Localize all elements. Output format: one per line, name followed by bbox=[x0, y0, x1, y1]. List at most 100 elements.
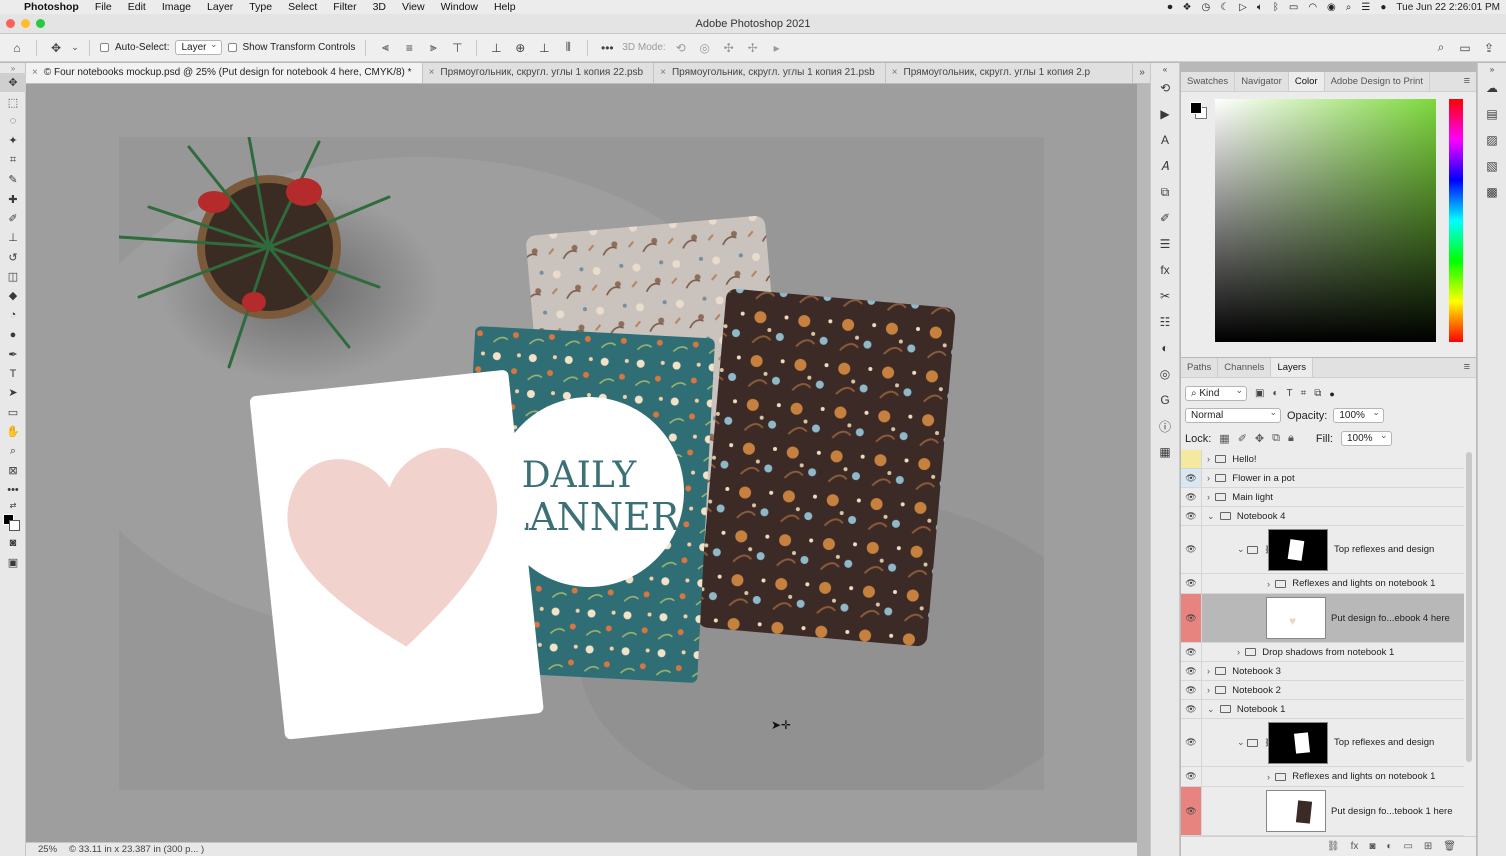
paint-bucket-icon[interactable]: ◆ bbox=[0, 286, 26, 305]
filter-type-icon[interactable]: T bbox=[1287, 388, 1293, 399]
rectangle-tool-icon[interactable]: ▭ bbox=[0, 403, 26, 422]
new-group-icon[interactable]: ▭ bbox=[1403, 841, 1412, 852]
visibility-eye-icon[interactable]: 👁︎ bbox=[1181, 767, 1202, 786]
layer-row[interactable]: 👁︎ › Drop shadows from notebook 1 bbox=[1181, 643, 1464, 662]
close-icon[interactable]: × bbox=[892, 63, 898, 83]
workspace-icon[interactable]: ▭ bbox=[1456, 39, 1474, 57]
zoom-tool-icon[interactable]: ⌕ bbox=[0, 441, 26, 460]
wifi-icon[interactable]: ◠ bbox=[1308, 2, 1317, 13]
auto-select-checkbox[interactable] bbox=[100, 43, 109, 52]
filter-shape-icon[interactable]: ⌗ bbox=[1301, 388, 1307, 399]
actions-icon[interactable]: ▶ bbox=[1151, 101, 1179, 127]
layer-row[interactable]: 👁︎ ⌄ ⛓ Top reflexes and design bbox=[1181, 719, 1464, 767]
zoom-window-button[interactable] bbox=[36, 19, 45, 28]
close-icon[interactable]: × bbox=[32, 63, 38, 83]
visibility-eye-icon[interactable]: 👁︎ bbox=[1181, 594, 1202, 642]
collapse-icon[interactable]: « bbox=[1151, 63, 1179, 75]
expand-arrow-icon[interactable]: › bbox=[1237, 647, 1240, 657]
close-icon[interactable]: × bbox=[429, 63, 435, 83]
styles-icon[interactable]: fx bbox=[1151, 257, 1179, 283]
patterns-icon[interactable]: ▨ bbox=[1478, 127, 1506, 153]
close-icon[interactable]: × bbox=[660, 63, 666, 83]
menu-app-name[interactable]: Photoshop bbox=[16, 1, 87, 13]
grid-icon[interactable]: ▦ bbox=[1151, 439, 1179, 465]
smart-object-thumbnail[interactable]: ♥ bbox=[1266, 597, 1326, 639]
tab-color[interactable]: Color bbox=[1288, 72, 1325, 91]
menu-type[interactable]: Type bbox=[241, 1, 280, 13]
share-icon[interactable]: ⇪ bbox=[1480, 39, 1498, 57]
menu-window[interactable]: Window bbox=[433, 1, 486, 13]
control-center-icon[interactable]: ☰ bbox=[1361, 2, 1370, 13]
3d-roll-icon[interactable]: ◎ bbox=[696, 39, 714, 57]
type-tool-icon[interactable]: T bbox=[0, 364, 26, 383]
record-icon[interactable]: ⏺ bbox=[1167, 2, 1172, 13]
healing-brush-icon[interactable]: ✚ bbox=[0, 189, 26, 208]
fill-field[interactable]: 100% bbox=[1340, 430, 1392, 446]
visibility-eye-icon[interactable]: 👁︎ bbox=[1181, 469, 1202, 487]
swap-colors-icon[interactable]: ⇄ bbox=[0, 500, 26, 512]
collapse-arrow-icon[interactable]: ⌄ bbox=[1237, 544, 1245, 555]
3d-pan-icon[interactable]: ✣ bbox=[720, 39, 738, 57]
lock-image-icon[interactable]: ✐ bbox=[1238, 432, 1247, 445]
move-tool-icon[interactable]: ✥ bbox=[0, 73, 26, 93]
tab-psb-21[interactable]: × Прямоугольник, скругл. углы 1 копия 21.… bbox=[654, 63, 886, 83]
menu-view[interactable]: View bbox=[394, 1, 433, 13]
lock-transparent-icon[interactable]: ▦ bbox=[1219, 432, 1229, 445]
path-select-icon[interactable]: ➤ bbox=[0, 383, 26, 402]
hue-slider[interactable] bbox=[1449, 99, 1463, 342]
visibility-eye-icon[interactable]: 👁︎ bbox=[1181, 700, 1202, 718]
menu-layer[interactable]: Layer bbox=[199, 1, 241, 13]
layer-row[interactable]: › Hello! bbox=[1181, 450, 1464, 469]
collapse-icon[interactable]: » bbox=[0, 63, 26, 73]
layer-row[interactable]: 👁︎ › Reflexes and lights on notebook 1 bbox=[1181, 767, 1464, 787]
visibility-eye-icon[interactable]: 👁︎ bbox=[1181, 574, 1202, 593]
filter-kind-dropdown[interactable]: ⌕ Kind bbox=[1185, 385, 1247, 401]
expand-arrow-icon[interactable]: › bbox=[1207, 492, 1210, 502]
layer-mask-thumbnail[interactable] bbox=[1268, 722, 1328, 764]
tab-layers[interactable]: Layers bbox=[1271, 358, 1313, 377]
layer-style-icon[interactable]: fx bbox=[1351, 841, 1359, 852]
play-icon[interactable]: ▷ bbox=[1239, 2, 1247, 13]
visibility-eye-icon[interactable]: 👁︎ bbox=[1181, 719, 1202, 766]
quick-mask-icon[interactable]: ◙ bbox=[0, 534, 26, 553]
volume-icon[interactable]: 🔈︎ bbox=[1257, 2, 1263, 13]
layer-row[interactable]: 👁︎ ⌄ Notebook 4 bbox=[1181, 507, 1464, 526]
menu-file[interactable]: File bbox=[87, 1, 120, 13]
magic-wand-icon[interactable]: ✦ bbox=[0, 131, 26, 150]
visibility-eye-icon[interactable]: 👁︎ bbox=[1181, 643, 1202, 661]
brush-tool-icon[interactable]: ✐ bbox=[0, 209, 26, 228]
align-top-icon[interactable]: ⊤ bbox=[448, 39, 466, 57]
visibility-eye-icon[interactable]: 👁︎ bbox=[1181, 488, 1202, 506]
collapse-icon[interactable]: » bbox=[1478, 63, 1506, 75]
frame-tool-icon[interactable]: ⊠ bbox=[0, 461, 26, 480]
collapse-arrow-icon[interactable]: ⌄ bbox=[1207, 704, 1215, 715]
bluetooth-icon[interactable]: ᛒ bbox=[1273, 2, 1279, 13]
filter-smart-object-icon[interactable]: ⧉ bbox=[1314, 388, 1321, 399]
character-icon[interactable]: A bbox=[1151, 127, 1179, 153]
history-icon[interactable]: ⟲ bbox=[1151, 75, 1179, 101]
tab-navigator[interactable]: Navigator bbox=[1235, 72, 1289, 91]
lock-all-icon[interactable]: 🔒︎ bbox=[1288, 432, 1294, 445]
info-icon[interactable]: ⓘ bbox=[1151, 413, 1179, 439]
plugin-icon[interactable]: G bbox=[1151, 387, 1179, 413]
menu-edit[interactable]: Edit bbox=[120, 1, 154, 13]
expand-arrow-icon[interactable]: › bbox=[1207, 666, 1210, 676]
color-swatches[interactable] bbox=[0, 512, 25, 534]
fg-color-chip[interactable] bbox=[1190, 102, 1202, 114]
visibility-eye-icon[interactable]: 👁︎ bbox=[1181, 662, 1202, 680]
lasso-tool-icon[interactable]: ◌ bbox=[0, 112, 26, 131]
expand-arrow-icon[interactable]: › bbox=[1207, 685, 1210, 695]
smart-object-thumbnail[interactable] bbox=[1266, 790, 1326, 832]
visibility-eye-icon[interactable]: 👁︎ bbox=[1181, 507, 1202, 525]
minimize-window-button[interactable] bbox=[21, 19, 30, 28]
tabs-overflow-icon[interactable]: » bbox=[1133, 63, 1151, 83]
move-tool-icon[interactable]: ✥ bbox=[47, 39, 65, 57]
menubar-clock[interactable]: Tue Jun 22 2:26:01 PM bbox=[1396, 2, 1500, 13]
menu-3d[interactable]: 3D bbox=[365, 1, 394, 13]
collapse-arrow-icon[interactable]: ⌄ bbox=[1207, 511, 1215, 522]
layer-row[interactable]: 👁︎ › Notebook 3 bbox=[1181, 662, 1464, 681]
layer-row[interactable]: 👁︎ › Main light bbox=[1181, 488, 1464, 507]
layer-row[interactable]: 👁︎ ⌄ ⛓ Top reflexes and design bbox=[1181, 526, 1464, 574]
chevron-down-icon[interactable]: ⌄ bbox=[71, 39, 79, 57]
menu-select[interactable]: Select bbox=[280, 1, 325, 13]
